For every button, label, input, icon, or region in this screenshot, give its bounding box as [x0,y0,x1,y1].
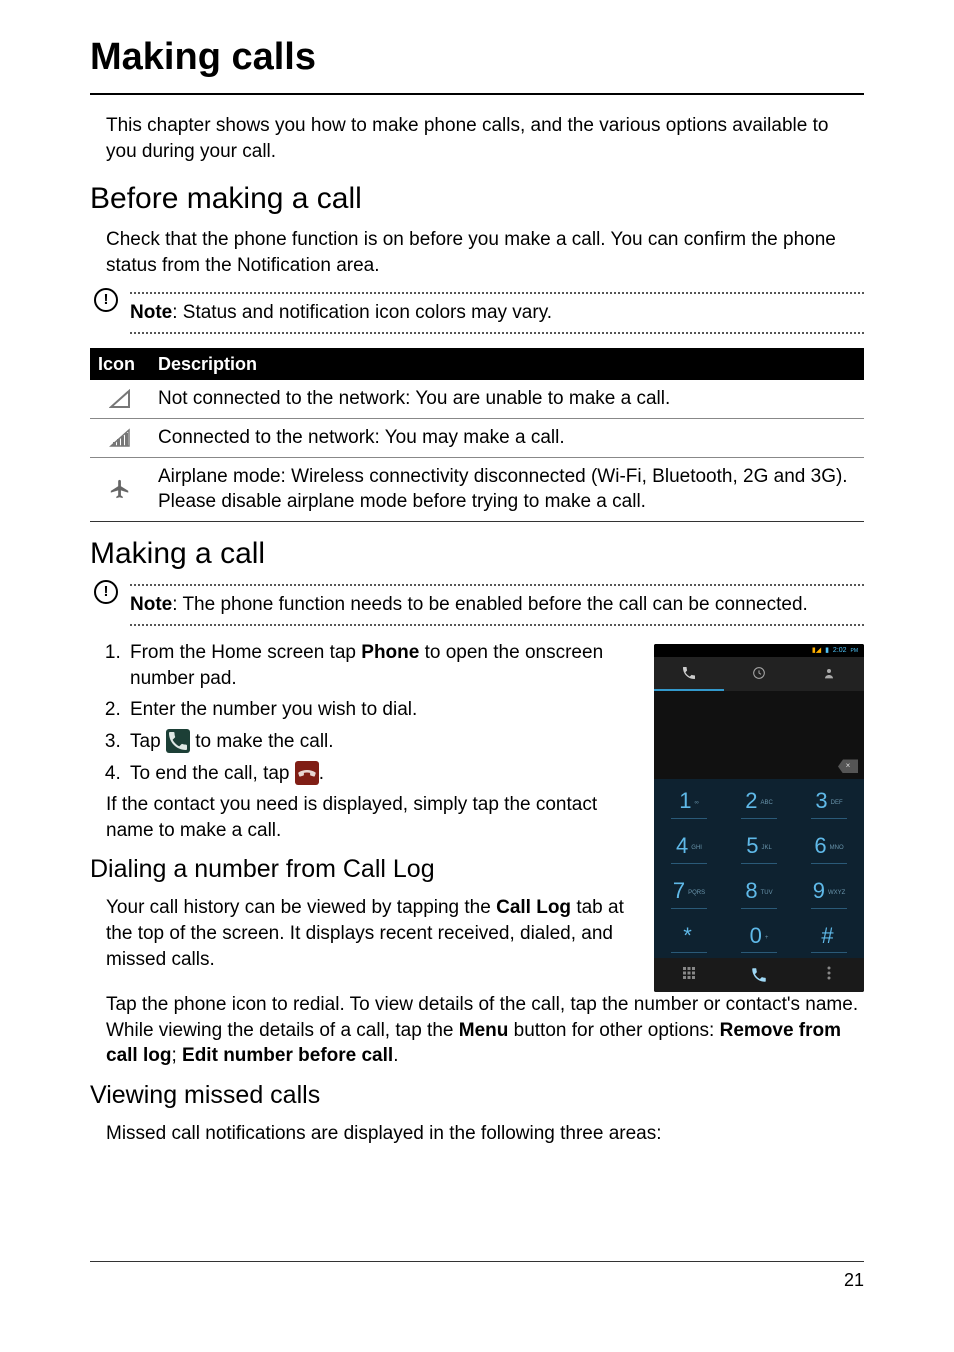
backspace-icon[interactable]: × [838,759,858,773]
heading-making: Making a call [90,534,864,575]
heading-calllog: Dialing a number from Call Log [90,853,636,887]
phone-tabs [654,657,864,691]
col-desc: Description [150,348,864,380]
keypad-key[interactable]: 3DEF [794,779,864,824]
keypad-key[interactable]: 7PQRS [654,869,724,914]
signal-empty-icon [109,389,131,409]
airplane-mode-icon [109,478,131,500]
page-title: Making calls [90,32,864,83]
signal-full-icon [109,428,131,448]
keypad-key[interactable]: 0+ [724,914,794,959]
step-2: Enter the number you wish to dial. [126,697,636,723]
steps-list: From the Home screen tap Phone to open t… [126,640,636,786]
alert-icon [94,288,118,312]
alert-icon [94,580,118,604]
heading-missed: Viewing missed calls [90,1079,864,1113]
number-display: × [654,691,864,779]
end-call-icon [295,761,319,785]
step-3: Tap to make the call. [126,729,636,755]
menu-icon[interactable] [794,958,864,992]
note-label: Note [130,302,172,323]
row-desc: Connected to the network: You may make a… [150,418,864,457]
note-box-enabled: Note: The phone function needs to be ena… [90,584,864,626]
tab-dialer[interactable] [654,657,724,691]
note-text: : Status and notification icon colors ma… [172,302,552,323]
keypad-key[interactable]: 8TUV [724,869,794,914]
tab-contacts[interactable] [794,657,864,691]
keypad-key[interactable]: # [794,914,864,959]
signal-icon: ▮◢ [812,647,821,654]
row-desc: Not connected to the network: You are un… [150,380,864,418]
table-row: Airplane mode: Wireless connectivity dis… [90,457,864,521]
contact-text: If the contact you need is displayed, si… [106,792,636,843]
step-1: From the Home screen tap Phone to open t… [126,640,636,691]
battery-icon: ▮ [825,647,829,654]
footer-rule [90,1261,864,1262]
heading-before: Before making a call [90,179,864,220]
phone-screenshot: ▮◢ ▮ 2:02 PM × 1∞2ABC3DEF4GHI5JKL6MNO7PQ [654,644,864,992]
icon-description-table: Icon Description Not connected to the ne… [90,348,864,522]
dial-button[interactable] [724,958,794,992]
keypad-key[interactable]: * [654,914,724,959]
keypad-key[interactable]: 4GHI [654,824,724,869]
keypad: 1∞2ABC3DEF 4GHI5JKL6MNO 7PQRS8TUV9WXYZ *0+# [654,779,864,958]
call-icon [166,729,190,753]
step-4: To end the call, tap . [126,761,636,787]
before-text: Check that the phone function is on befo… [106,227,864,278]
col-icon: Icon [90,348,150,380]
phone-time: 2:02 [833,647,847,654]
phone-statusbar: ▮◢ ▮ 2:02 PM [654,644,864,657]
calllog-p2: Tap the phone icon to redial. To view de… [106,992,864,1069]
table-header-row: Icon Description [90,348,864,380]
row-desc: Airplane mode: Wireless connectivity dis… [150,457,864,521]
page-number: 21 [90,1268,864,1292]
table-row: Not connected to the network: You are un… [90,380,864,418]
missed-text: Missed call notifications are displayed … [106,1121,864,1147]
tab-recent[interactable] [724,657,794,691]
keypad-key[interactable]: 2ABC [724,779,794,824]
note-text: : The phone function needs to be enabled… [172,594,808,615]
title-rule [90,93,864,95]
table-row: Connected to the network: You may make a… [90,418,864,457]
intro-text: This chapter shows you how to make phone… [106,113,864,164]
calllog-p1: Your call history can be viewed by tappi… [106,895,636,972]
keypad-key[interactable]: 1∞ [654,779,724,824]
keypad-key[interactable]: 9WXYZ [794,869,864,914]
apps-icon[interactable] [654,958,724,992]
note-label: Note [130,594,172,615]
keypad-key[interactable]: 6MNO [794,824,864,869]
keypad-key[interactable]: 5JKL [724,824,794,869]
note-box-status: Note: Status and notification icon color… [90,292,864,334]
